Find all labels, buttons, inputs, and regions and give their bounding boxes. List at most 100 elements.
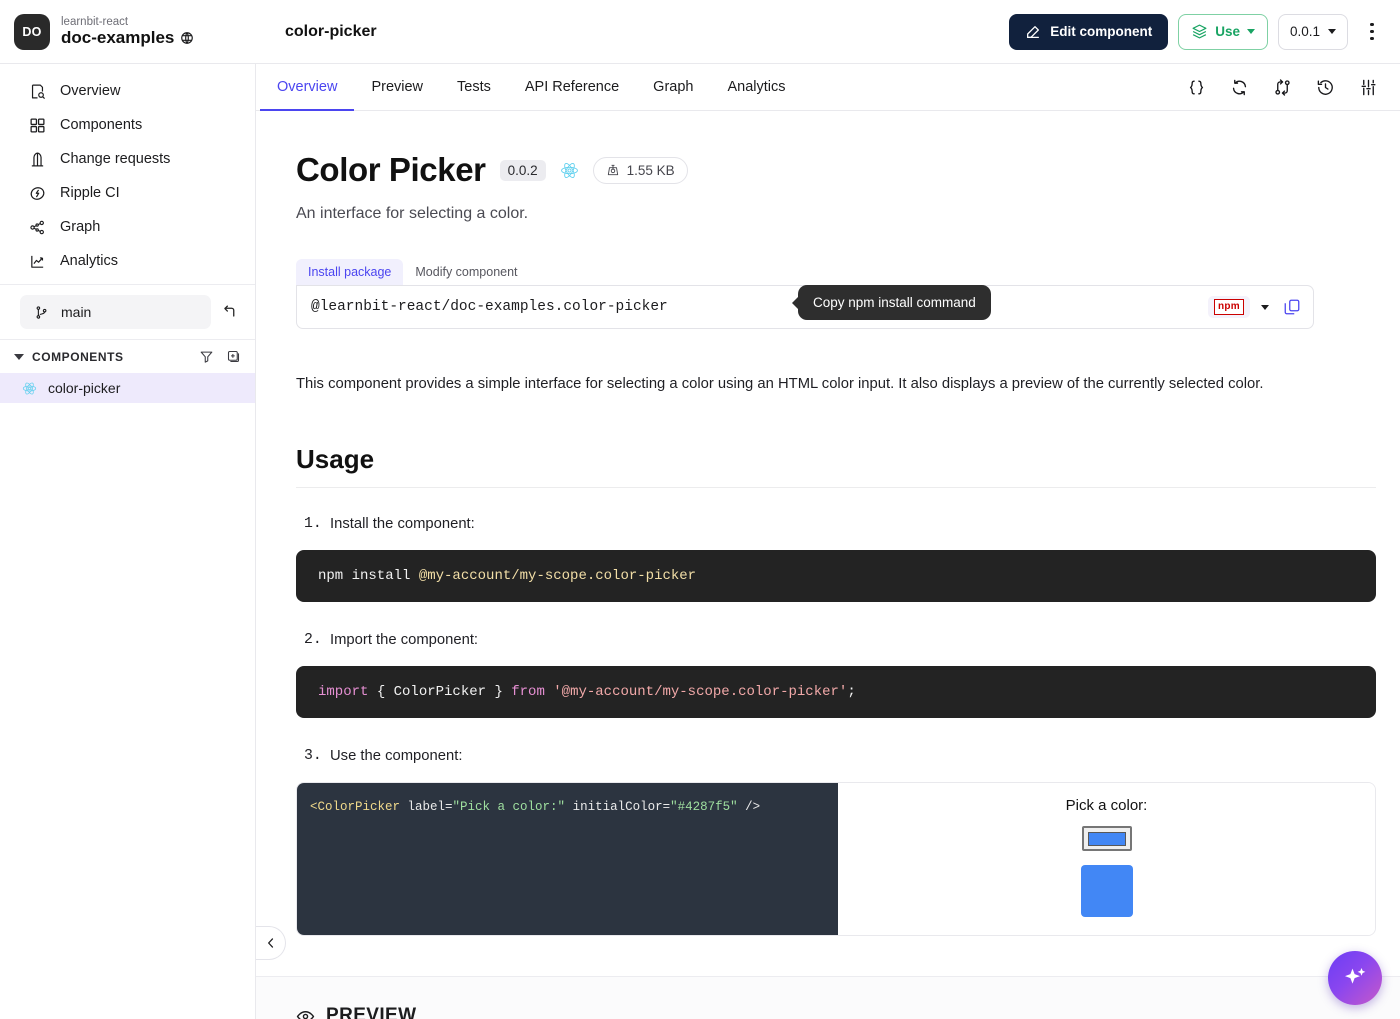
- settings-sliders-icon[interactable]: [1359, 78, 1378, 97]
- chevron-down-icon[interactable]: [14, 353, 24, 360]
- live-preview-label: Pick a color:: [1065, 797, 1148, 814]
- preview-heading: PREVIEW: [296, 1005, 1360, 1019]
- code-attr-label-name: label=: [400, 800, 453, 814]
- sidebar-item-overview[interactable]: Overview: [0, 74, 255, 108]
- code-module-string: '@my-account/my-scope.color-picker': [544, 684, 848, 700]
- content: Color Picker 0.0.2 1.55 KB An interface …: [256, 111, 1400, 1019]
- body: Overview Components Change requests Ripp…: [0, 64, 1400, 1019]
- sidebar-item-label: Graph: [60, 219, 101, 235]
- code-keyword-from: from: [511, 684, 545, 700]
- branch-selector[interactable]: main: [20, 295, 211, 329]
- add-component-icon[interactable]: [226, 349, 241, 364]
- sidebar-item-label: Change requests: [60, 151, 171, 167]
- components-section-actions: [199, 349, 241, 364]
- org-name: learnbit-react: [61, 15, 129, 28]
- step-label: Install the component:: [304, 516, 475, 532]
- ai-assistant-button[interactable]: [1328, 951, 1382, 1005]
- component-subtitle: An interface for selecting a color.: [296, 205, 529, 222]
- color-preview-square: [1080, 865, 1133, 917]
- tab-install-package[interactable]: Install package: [296, 259, 404, 285]
- top-bar-actions: Edit component Use 0.0.1: [1009, 13, 1400, 50]
- history-icon[interactable]: [1316, 78, 1335, 97]
- import-code-block[interactable]: import { ColorPicker } from '@my-account…: [296, 666, 1376, 718]
- graph-icon: [28, 218, 46, 236]
- sidebar-item-components[interactable]: Components: [0, 108, 255, 142]
- main-panel: Overview Preview Tests API Reference Gra…: [256, 64, 1400, 1019]
- version-selector-label: 0.0.1: [1289, 24, 1320, 39]
- preview-heading-label: PREVIEW: [326, 1005, 417, 1019]
- step-label: Import the component:: [304, 632, 479, 648]
- sidebar-component-label: color-picker: [48, 380, 121, 396]
- chevron-down-icon: [1328, 29, 1336, 34]
- tab-tests[interactable]: Tests: [440, 64, 508, 111]
- install-code-block[interactable]: npm install @my-account/my-scope.color-p…: [296, 550, 1376, 602]
- version-selector[interactable]: 0.0.1: [1277, 13, 1348, 50]
- sidebar-item-graph[interactable]: Graph: [0, 210, 255, 244]
- tab-modify-component[interactable]: Modify component: [403, 259, 529, 285]
- bundle-size-label: 1.55 KB: [626, 162, 675, 178]
- component-description: This component provides a simple interfa…: [296, 376, 1264, 392]
- tab-bar: Overview Preview Tests API Reference Gra…: [256, 64, 1400, 111]
- preview-section: PREVIEW Select a color: Pick a color:: [256, 976, 1400, 1019]
- tab-graph[interactable]: Graph: [636, 64, 710, 111]
- analytics-icon: [28, 252, 46, 270]
- sidebar-item-analytics[interactable]: Analytics: [0, 244, 255, 278]
- edit-component-button[interactable]: Edit component: [1009, 13, 1169, 50]
- use-button-label: Use: [1215, 24, 1240, 39]
- package-name: @learnbit-react/doc-examples.color-picke…: [311, 299, 668, 315]
- compare-icon[interactable]: [1273, 78, 1292, 97]
- sidebar-item-label: Components: [60, 117, 143, 133]
- top-bar: DO learnbit-react doc-examples color-pic…: [0, 0, 1400, 64]
- change-request-icon: [28, 150, 46, 168]
- globe-slash-icon: [180, 31, 194, 45]
- code-attr-color-name: initialColor=: [565, 800, 671, 814]
- tab-api-reference[interactable]: API Reference: [508, 64, 636, 111]
- install-tabs: Install package Modify component: [296, 259, 1314, 285]
- code-attr-color-value: "#4287f5": [670, 800, 738, 814]
- org-avatar: DO: [14, 13, 50, 50]
- code-braces-icon[interactable]: [1187, 78, 1206, 97]
- sidebar-item-change-requests[interactable]: Change requests: [0, 142, 255, 176]
- app-root: DO learnbit-react doc-examples color-pic…: [0, 0, 1400, 1019]
- use-button[interactable]: Use: [1178, 13, 1268, 50]
- sidebar-item-label: Overview: [60, 83, 121, 99]
- component-title: Color Picker: [296, 151, 486, 188]
- live-code-editor[interactable]: <ColorPicker label="Pick a color:" initi…: [297, 783, 838, 935]
- sparkles-icon: [1340, 963, 1370, 993]
- sidebar-component-color-picker[interactable]: color-picker: [0, 373, 255, 403]
- live-example: <ColorPicker label="Pick a color:" initi…: [296, 782, 1376, 936]
- brand-text: learnbit-react doc-examples: [61, 16, 194, 48]
- eye-icon: [296, 1007, 315, 1019]
- content-scroll[interactable]: Color Picker 0.0.2 1.55 KB An interface …: [256, 111, 1400, 1019]
- tab-overview[interactable]: Overview: [260, 64, 355, 111]
- chevron-down-icon: [1246, 29, 1255, 34]
- tab-bar-actions: [1187, 64, 1400, 110]
- more-vertical-icon[interactable]: [1358, 17, 1386, 47]
- page-title: color-picker: [285, 22, 377, 40]
- sidebar-item-ripple-ci[interactable]: Ripple CI: [0, 176, 255, 210]
- react-icon: [20, 379, 38, 397]
- sidebar: Overview Components Change requests Ripp…: [0, 64, 256, 1019]
- registry-badge[interactable]: npm: [1207, 296, 1250, 318]
- install-package-widget: Install package Modify component @learnb…: [296, 259, 1314, 329]
- npm-logo-icon: npm: [1213, 299, 1244, 315]
- tab-analytics[interactable]: Analytics: [710, 64, 802, 111]
- copy-icon[interactable]: [1283, 298, 1301, 316]
- brand[interactable]: DO learnbit-react doc-examples: [0, 13, 256, 50]
- ripple-ci-icon: [28, 184, 46, 202]
- filter-icon[interactable]: [199, 349, 214, 364]
- sidebar-item-label: Analytics: [60, 253, 119, 269]
- return-arrow-icon[interactable]: [217, 300, 241, 324]
- usage-divider: [296, 487, 1376, 488]
- code-attr-label-value: "Pick a color:": [452, 800, 566, 814]
- branch-name: main: [61, 304, 92, 320]
- tab-preview[interactable]: Preview: [354, 64, 440, 111]
- chevron-down-icon[interactable]: [1261, 304, 1269, 310]
- usage-step-1: Install the component: npm install @my-a…: [296, 516, 1376, 602]
- package-box-icon: [1191, 23, 1208, 40]
- grid-icon: [28, 116, 46, 134]
- scope-name: doc-examples: [61, 28, 175, 48]
- refresh-icon[interactable]: [1230, 78, 1249, 97]
- color-input[interactable]: [1081, 826, 1132, 851]
- step-label: Use the component:: [304, 748, 463, 764]
